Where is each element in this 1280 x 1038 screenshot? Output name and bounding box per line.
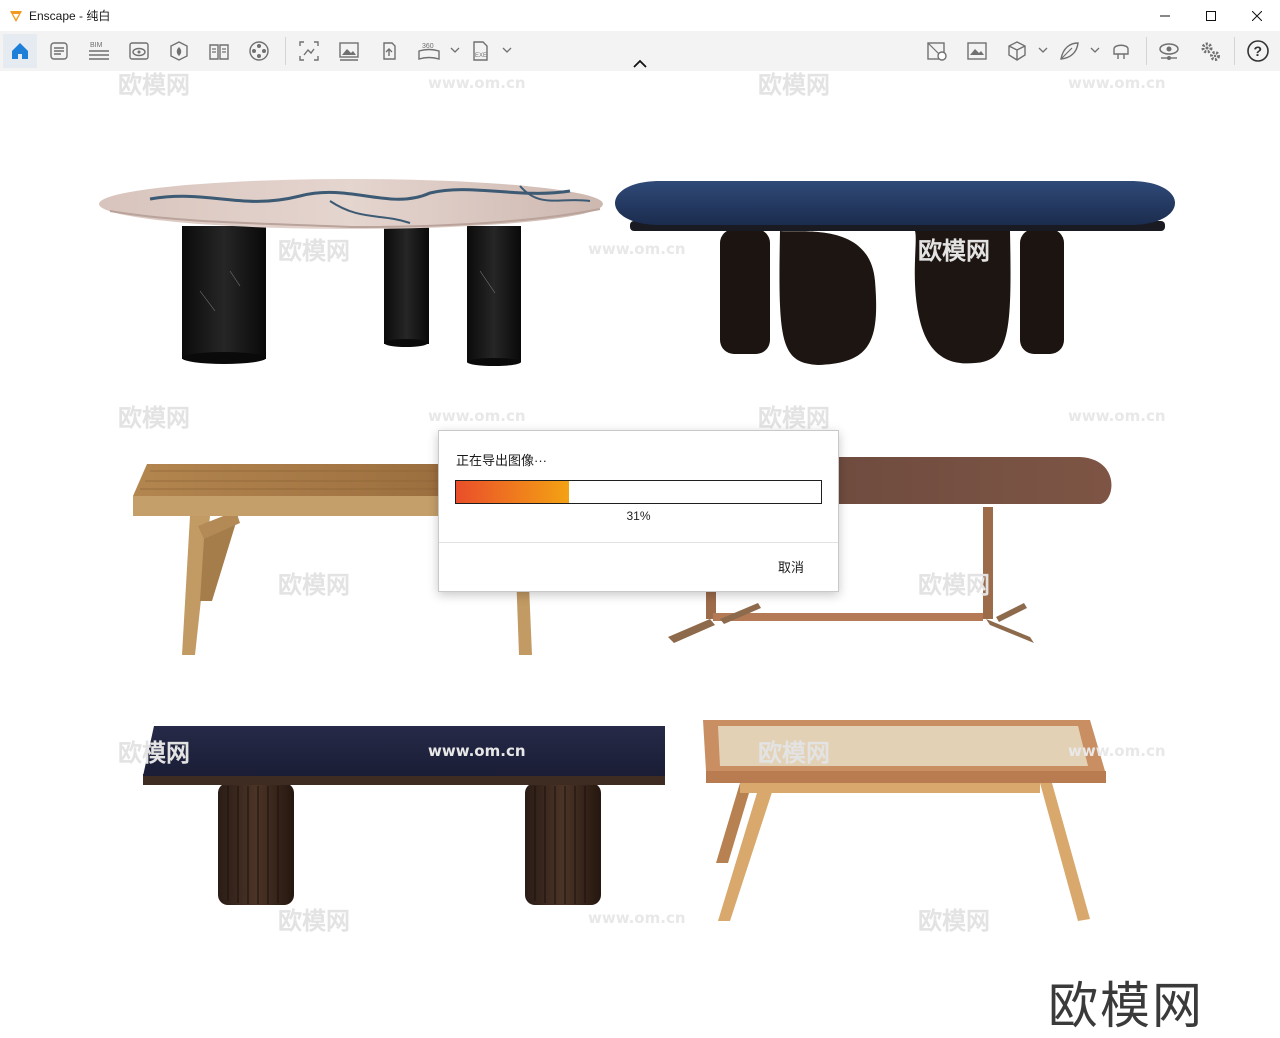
watermark: 欧模网 — [118, 739, 190, 767]
watermark: 欧模网 — [118, 71, 190, 99]
minimize-button[interactable] — [1142, 0, 1188, 31]
screenshot-icon — [299, 41, 319, 61]
maximize-button[interactable] — [1188, 0, 1234, 31]
upload-button[interactable] — [372, 34, 406, 68]
video-editor-button[interactable] — [242, 34, 276, 68]
image-icon — [339, 42, 359, 61]
panorama-button[interactable]: 360 — [412, 34, 446, 68]
svg-text:EXE: EXE — [475, 53, 487, 59]
watermark-url: www.om.cn — [588, 240, 686, 258]
navy-oval-table — [615, 181, 1175, 365]
svg-text:BIM: BIM — [90, 42, 103, 49]
bim-icon: BIM — [89, 42, 109, 60]
map-icon — [927, 42, 947, 61]
asset-library-button[interactable] — [162, 34, 196, 68]
landscape-button[interactable] — [960, 34, 994, 68]
watermark: 欧模网 — [278, 237, 350, 265]
document-icon — [50, 42, 68, 60]
title-bar: Enscape - 纯白 — [0, 0, 1280, 31]
cube-icon — [1008, 41, 1026, 61]
eye-view-button[interactable] — [122, 34, 156, 68]
exe-dropdown-chevron-icon[interactable] — [501, 44, 513, 56]
panorama-dropdown-chevron-icon[interactable] — [449, 44, 461, 56]
leaf-button[interactable] — [1052, 34, 1086, 68]
home-button[interactable] — [3, 34, 37, 68]
landscape-icon — [967, 42, 987, 60]
watermark: 欧模网 — [758, 71, 830, 99]
film-reel-icon — [249, 41, 269, 61]
panorama-360-icon: 360 — [418, 43, 440, 60]
export-progress-dialog: 正在导出图像··· 31% 取消 — [438, 430, 839, 592]
export-status-message: 正在导出图像··· — [456, 453, 547, 468]
visual-settings-eye-icon — [1159, 43, 1179, 60]
watermark: 欧模网 — [278, 571, 350, 599]
watermark: 欧模网 — [918, 907, 990, 935]
map-button[interactable] — [920, 34, 954, 68]
watermark-url: www.om.cn — [588, 909, 686, 927]
toolbar-separator — [285, 37, 286, 65]
vr-headset-icon — [1113, 44, 1129, 59]
cube-button[interactable] — [1000, 34, 1034, 68]
eye-view-icon — [129, 42, 149, 60]
help-icon: ? — [1247, 40, 1269, 62]
batch-render-button[interactable] — [332, 34, 366, 68]
watermark-url: www.om.cn — [428, 742, 526, 760]
settings-gears-icon — [1201, 42, 1220, 61]
help-button[interactable]: ? — [1241, 34, 1275, 68]
watermark-url: www.om.cn — [1068, 407, 1166, 425]
dialog-divider — [439, 542, 838, 543]
book-icon — [209, 44, 229, 60]
document-button[interactable] — [42, 34, 76, 68]
watermark: 欧模网 — [918, 237, 990, 265]
asset-library-icon — [170, 41, 188, 61]
watermark-url: www.om.cn — [428, 74, 526, 92]
close-button[interactable] — [1234, 0, 1280, 31]
exe-export-button[interactable]: EXE — [464, 34, 498, 68]
toolbar-separator — [1146, 37, 1147, 65]
watermark: 欧模网 — [758, 404, 830, 432]
progress-fill — [456, 481, 570, 503]
progress-percent-label: 31% — [626, 509, 651, 523]
leaf-dropdown-chevron-icon[interactable] — [1089, 44, 1101, 56]
book-button[interactable] — [202, 34, 236, 68]
watermark: 欧模网 — [758, 739, 830, 767]
leaf-icon — [1060, 42, 1079, 60]
cancel-button[interactable]: 取消 — [778, 557, 804, 576]
window-controls — [1142, 0, 1280, 31]
exe-export-icon: EXE — [473, 41, 488, 61]
bim-button[interactable]: BIM — [82, 34, 116, 68]
window-title: Enscape - 纯白 — [29, 9, 111, 23]
watermark: 欧模网 — [278, 907, 350, 935]
collapse-toolbar-chevron-icon[interactable] — [632, 58, 648, 70]
enscape-logo-icon — [10, 10, 22, 22]
minimize-icon — [1160, 15, 1170, 16]
watermark-url: www.om.cn — [1068, 742, 1166, 760]
watermark-url: www.om.cn — [1068, 74, 1166, 92]
brand-watermark-logo: 欧模网 — [1048, 977, 1204, 1035]
blue-ribbed-leg-table — [143, 726, 665, 905]
vr-headset-button[interactable] — [1104, 34, 1138, 68]
home-icon — [12, 43, 28, 59]
settings-button[interactable] — [1193, 34, 1227, 68]
toolbar-separator — [1234, 37, 1235, 65]
watermark: 欧模网 — [918, 571, 990, 599]
watermark-url: www.om.cn — [428, 407, 526, 425]
export-progress-bar — [455, 480, 822, 504]
maximize-icon — [1206, 10, 1216, 21]
marble-oval-table — [99, 179, 603, 366]
watermark: 欧模网 — [118, 404, 190, 432]
screenshot-button[interactable] — [292, 34, 326, 68]
visual-settings-button[interactable] — [1152, 34, 1186, 68]
cube-dropdown-chevron-icon[interactable] — [1037, 44, 1049, 56]
close-icon — [1252, 10, 1262, 21]
svg-text:?: ? — [1254, 43, 1263, 59]
upload-icon — [383, 42, 396, 60]
